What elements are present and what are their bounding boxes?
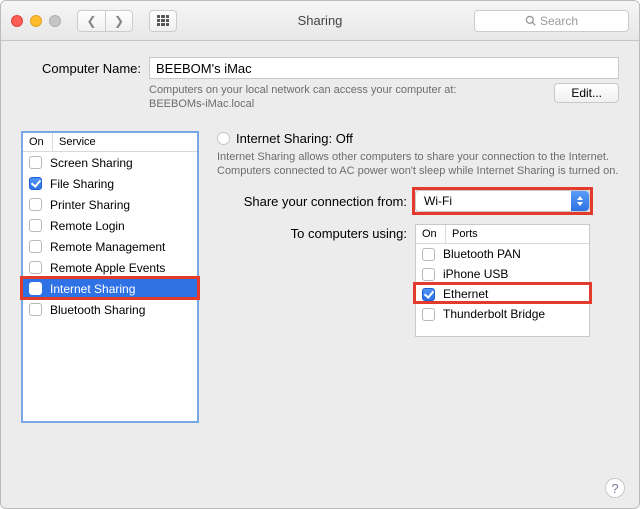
port-checkbox[interactable]	[422, 288, 435, 301]
port-checkbox[interactable]	[422, 308, 435, 321]
share-from-label: Share your connection from:	[217, 194, 407, 209]
back-button[interactable]: ❮	[77, 10, 105, 32]
search-placeholder: Search	[540, 14, 578, 28]
computer-name-hint: Computers on your local network can acce…	[149, 83, 499, 111]
service-label: Bluetooth Sharing	[50, 303, 145, 317]
ports-header-ports[interactable]: Ports	[446, 225, 589, 243]
nav-buttons: ❮ ❯	[77, 10, 133, 32]
share-from-value: Wi-Fi	[424, 194, 452, 208]
window-controls	[11, 15, 61, 27]
computer-name-field[interactable]	[149, 57, 619, 79]
content: Computer Name: Computers on your local n…	[1, 41, 639, 435]
detail-title: Internet Sharing: Off	[236, 131, 353, 146]
service-label: Internet Sharing	[50, 282, 135, 296]
port-checkbox[interactable]	[422, 248, 435, 261]
service-checkbox[interactable]	[29, 282, 42, 295]
port-row[interactable]: iPhone USB	[416, 264, 589, 284]
to-computers-row: To computers using: On Ports Bluetooth P…	[217, 224, 619, 337]
service-label: Printer Sharing	[50, 198, 130, 212]
highlight-ethernet	[413, 282, 592, 304]
ports-table: On Ports Bluetooth PAN iPhone USB Ethernet…	[415, 224, 590, 337]
services-header-on[interactable]: On	[23, 133, 53, 151]
close-window-button[interactable]	[11, 15, 23, 27]
zoom-window-button[interactable]	[49, 15, 61, 27]
help-button[interactable]: ?	[605, 478, 625, 498]
service-row[interactable]: Screen Sharing	[23, 152, 197, 173]
chevron-updown-icon	[571, 191, 589, 211]
search-icon	[525, 15, 536, 26]
services-table: On Service Screen Sharing File Sharing Pri…	[21, 131, 199, 423]
service-label: Remote Management	[50, 240, 165, 254]
services-header: On Service	[23, 133, 197, 152]
service-checkbox[interactable]	[29, 198, 42, 211]
port-row[interactable]: Bluetooth PAN	[416, 244, 589, 264]
share-from-select[interactable]: Wi-Fi	[415, 190, 590, 212]
ports-body: Bluetooth PAN iPhone USB Ethernet Thunderbo…	[416, 244, 589, 336]
service-row[interactable]: Internet Sharing	[23, 278, 197, 299]
service-checkbox[interactable]	[29, 240, 42, 253]
service-label: Remote Login	[50, 219, 125, 233]
services-header-service[interactable]: Service	[53, 133, 197, 151]
service-checkbox[interactable]	[29, 156, 42, 169]
service-row[interactable]: Printer Sharing	[23, 194, 197, 215]
ports-header: On Ports	[416, 225, 589, 244]
ports-header-on[interactable]: On	[416, 225, 446, 243]
detail-description: Internet Sharing allows other computers …	[217, 150, 619, 178]
minimize-window-button[interactable]	[30, 15, 42, 27]
to-computers-label: To computers using:	[217, 224, 407, 241]
service-row[interactable]: Bluetooth Sharing	[23, 299, 197, 320]
sharing-preferences-window: ❮ ❯ Sharing Search Computer Name: Comput…	[0, 0, 640, 509]
share-from-row: Share your connection from: Wi-Fi	[217, 190, 619, 212]
port-label: Thunderbolt Bridge	[443, 307, 545, 321]
edit-hostname-button[interactable]: Edit...	[554, 83, 619, 103]
service-label: Remote Apple Events	[50, 261, 165, 275]
service-checkbox[interactable]	[29, 261, 42, 274]
detail-status-radio	[217, 132, 230, 145]
services-body: Screen Sharing File Sharing Printer Sharin…	[23, 152, 197, 320]
columns: On Service Screen Sharing File Sharing Pri…	[21, 131, 619, 423]
service-row[interactable]: File Sharing	[23, 173, 197, 194]
port-label: Ethernet	[443, 287, 488, 301]
detail-title-row: Internet Sharing: Off	[217, 131, 619, 146]
port-label: Bluetooth PAN	[443, 247, 521, 261]
service-row[interactable]: Remote Apple Events	[23, 257, 197, 278]
service-row[interactable]: Remote Management	[23, 236, 197, 257]
computer-name-hint-row: Computers on your local network can acce…	[21, 83, 619, 111]
port-row[interactable]: Ethernet	[416, 284, 589, 304]
service-checkbox[interactable]	[29, 219, 42, 232]
service-checkbox[interactable]	[29, 303, 42, 316]
grid-icon	[157, 15, 169, 27]
port-label: iPhone USB	[443, 267, 508, 281]
internet-sharing-detail: Internet Sharing: Off Internet Sharing a…	[217, 131, 619, 423]
port-row[interactable]: Thunderbolt Bridge	[416, 304, 589, 324]
computer-name-label: Computer Name:	[21, 61, 141, 76]
show-all-button[interactable]	[149, 10, 177, 32]
service-label: Screen Sharing	[50, 156, 133, 170]
service-checkbox[interactable]	[29, 177, 42, 190]
service-label: File Sharing	[50, 177, 114, 191]
computer-name-row: Computer Name:	[21, 57, 619, 79]
titlebar: ❮ ❯ Sharing Search	[1, 1, 639, 41]
search-input[interactable]: Search	[474, 10, 629, 32]
port-checkbox[interactable]	[422, 268, 435, 281]
forward-button[interactable]: ❯	[105, 10, 133, 32]
service-row[interactable]: Remote Login	[23, 215, 197, 236]
